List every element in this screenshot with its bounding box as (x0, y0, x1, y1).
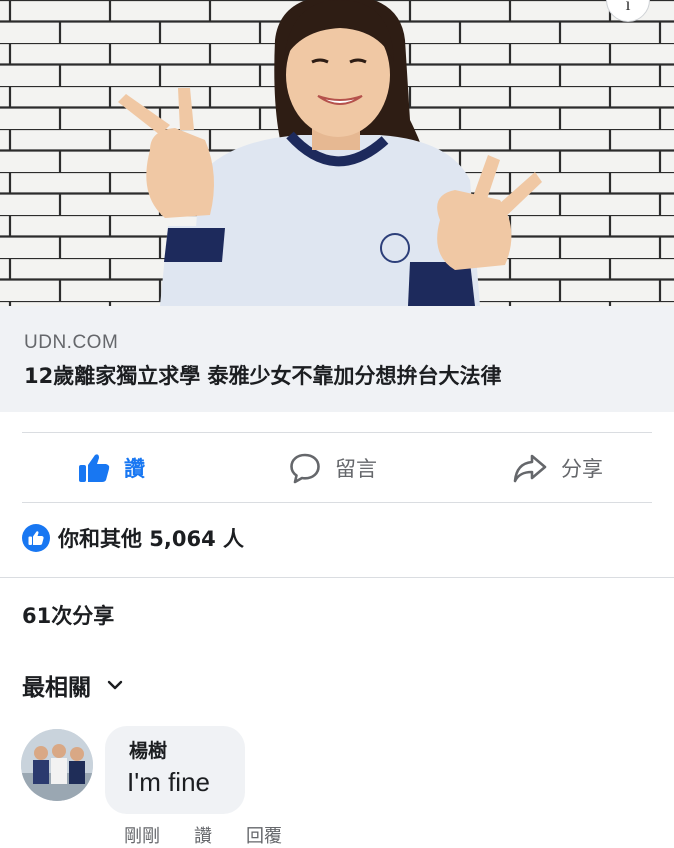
comment-button-label: 留言 (335, 457, 377, 481)
divider (0, 577, 674, 578)
chevron-down-icon (107, 680, 123, 690)
divider (22, 432, 652, 433)
link-preview-image[interactable]: i (0, 0, 674, 306)
avatar[interactable] (21, 729, 93, 801)
comment-timestamp[interactable]: 剛剛 (124, 822, 160, 848)
avatar-photo (21, 729, 93, 801)
thumbs-up-icon (79, 454, 110, 482)
like-button-label: 讚 (124, 457, 145, 481)
comment-reply-link[interactable]: 回覆 (246, 822, 282, 848)
like-reaction-icon (22, 524, 50, 552)
comment-sort-dropdown[interactable]: 最相關 (22, 668, 123, 702)
comment-text: I'm fine (127, 767, 210, 797)
speech-bubble-icon (290, 453, 320, 484)
photo-illustration (0, 0, 674, 306)
divider (22, 502, 652, 503)
reaction-summary[interactable]: 你和其他 5,064 人 (22, 523, 244, 553)
share-arrow-icon (513, 454, 547, 483)
comment-button[interactable]: 留言 (289, 448, 377, 488)
like-button[interactable]: 讚 (78, 448, 145, 488)
comment-author[interactable]: 楊樹 (129, 736, 245, 763)
link-headline: 12歲離家獨立求學 泰雅少女不靠加分想拚台大法律 (24, 364, 502, 388)
comment-sort-label: 最相關 (22, 675, 91, 701)
link-preview-caption[interactable]: UDN.COM 12歲離家獨立求學 泰雅少女不靠加分想拚台大法律 (0, 306, 674, 412)
comment-bubble[interactable]: 楊樹 I'm fine (105, 726, 245, 814)
comment-meta: 剛剛 讚 回覆 (124, 822, 282, 848)
link-domain: UDN.COM (24, 332, 119, 353)
share-button-label: 分享 (561, 457, 603, 481)
share-button[interactable]: 分享 (513, 448, 603, 488)
share-count[interactable]: 61次分享 (22, 600, 114, 630)
reaction-count: 你和其他 5,064 人 (58, 527, 245, 551)
comment-like-link[interactable]: 讚 (194, 822, 212, 848)
